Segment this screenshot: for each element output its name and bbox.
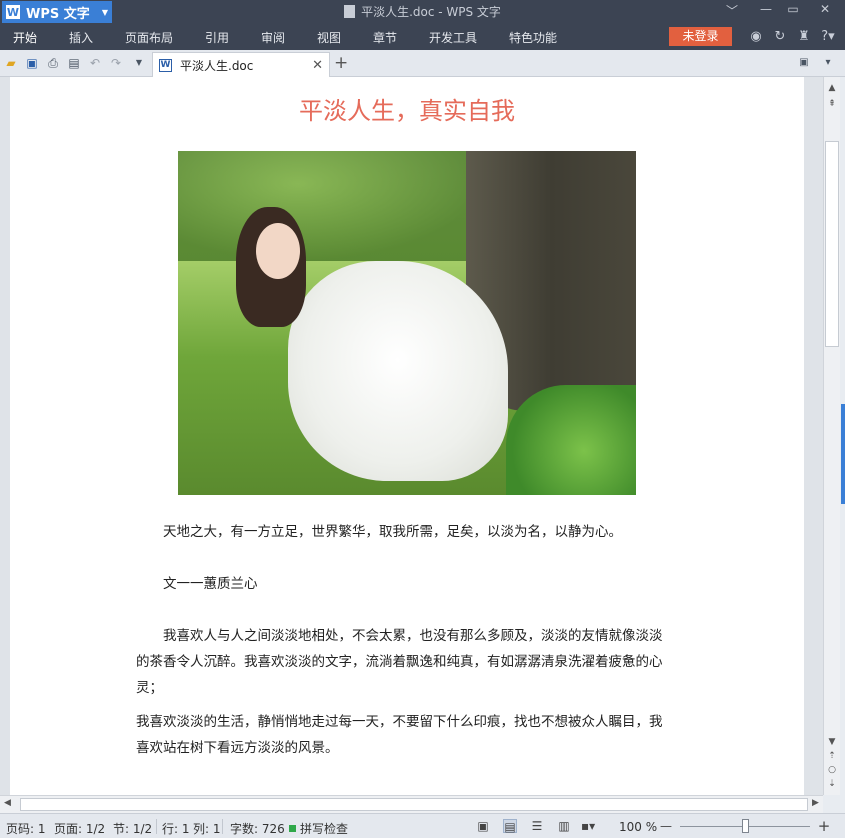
status-section: 节: 1/2 [113,822,153,836]
spell-check-label: 拼写检查 [300,822,349,836]
status-row: 行: 1 [162,822,190,836]
status-word-count[interactable]: 字数: 726 [230,820,285,837]
shirt-icon[interactable]: ♜ [795,29,813,44]
status-page-code: 页码: 1 [6,822,46,836]
page-view-icon[interactable]: ▤ [503,819,517,834]
menu-start[interactable]: 开始 [10,29,40,52]
menu-special-features[interactable]: 特色功能 [509,29,557,46]
help-icon[interactable]: ?▾ [819,29,837,44]
select-browse-icon[interactable]: ○ [824,765,840,775]
print-preview-icon[interactable]: ▤ [67,56,81,70]
status-bar: 页码: 1 页面: 1/2 节: 1/2 行: 1 列: 1 字数: 726 拼… [0,813,845,838]
horizontal-scrollbar[interactable]: ◀ ▶ [0,795,823,813]
document-tab-label: 平淡人生.doc [180,58,254,73]
scroll-up-icon[interactable]: ▲ [824,83,840,93]
undo-icon[interactable]: ↶ [88,56,102,70]
open-folder-icon[interactable]: ▰ [4,56,18,70]
status-page: 页面: 1/2 [54,822,106,836]
photo-canopy [178,151,478,261]
ribbon-menu-bar: 开始 插入 页面布局 引用 审阅 视图 章节 开发工具 特色功能 未登录 ◉ ↻… [0,24,845,52]
photo-image[interactable] [178,151,636,495]
photo-white-dress [288,261,508,481]
web-view-icon[interactable]: ▥ [557,819,571,833]
window-title-text: 平淡人生.doc - WPS 文字 [361,5,501,19]
document-area[interactable]: 平淡人生，真实自我 天地之大，有一方立足，世界繁华，取我所需，足矣，以淡为名，以… [0,77,823,795]
fullscreen-icon[interactable]: ▣ [476,819,490,833]
next-page-icon[interactable]: ⇣ [824,779,840,789]
paragraph-3: 我喜欢人与人之间淡淡地相处，不会太累，也没有那么多顾及，淡淡的友情就像淡淡的茶香… [136,628,663,696]
outline-view-icon[interactable]: ☰ [530,819,544,833]
menu-chapter[interactable]: 章节 [373,29,397,46]
document-tab[interactable]: W 平淡人生.doc ✕ [152,52,330,77]
tab-list-icon[interactable]: ▣ [797,56,811,70]
save-icon[interactable]: ▣ [25,56,39,70]
zoom-level[interactable]: 100 % [619,820,657,834]
document-icon [344,5,356,18]
chevron-down-icon[interactable]: ﹀ [718,2,746,19]
vertical-scroll-thumb[interactable] [825,141,839,347]
photo-leaves [506,385,636,495]
document-page[interactable]: 平淡人生，真实自我 天地之大，有一方立足，世界繁华，取我所需，足矣，以淡为名，以… [10,77,804,795]
maximize-icon[interactable]: ▭ [779,2,807,16]
menu-insert[interactable]: 插入 [69,29,93,46]
login-button[interactable]: 未登录 [669,27,732,46]
paragraph-1: 天地之大，有一方立足，世界繁华，取我所需，足矣，以淡为名，以静为心。 [163,524,622,540]
page-up-icon[interactable]: ⇞ [824,99,840,109]
menu-review[interactable]: 审阅 [261,29,285,46]
menu-view[interactable]: 视图 [317,29,341,46]
scroll-down-icon[interactable]: ▼ [824,737,840,747]
menu-developer[interactable]: 开发工具 [429,29,477,46]
prev-page-icon[interactable]: ⇡ [824,751,840,761]
status-divider [156,819,157,834]
zoom-out-icon[interactable]: — [659,819,673,833]
vertical-scrollbar[interactable]: ▲ ⇞ ▼ ⇡ ○ ⇣ [823,77,840,795]
word-doc-icon: W [159,58,172,72]
zoom-in-icon[interactable]: + [817,819,831,834]
refresh-icon[interactable]: ↻ [771,29,789,44]
status-divider [222,819,223,834]
close-icon[interactable]: ✕ [811,2,839,16]
horizontal-scroll-thumb[interactable] [20,798,808,811]
customize-dropdown-icon[interactable]: ▼ [132,56,146,70]
photo-face [256,223,300,279]
status-col: 列: 1 [193,822,221,836]
paragraph-2: 文一一蕙质兰心 [163,576,258,592]
scroll-right-icon[interactable]: ▶ [812,798,819,808]
scroll-left-icon[interactable]: ◀ [4,798,11,808]
title-bar: W WPS 文字 ▼ 平淡人生.doc - WPS 文字 ﹀ — ▭ ✕ [0,0,845,24]
print-icon[interactable]: ⎙ [46,56,60,70]
quick-toolbar-tabstrip: ▰ ▣ ⎙ ▤ ↶ ↷ ▼ W 平淡人生.doc ✕ + ▣ ▾ [0,50,845,77]
tab-close-icon[interactable]: ✕ [312,58,323,73]
pin-toolbar-icon[interactable]: ▾ [821,56,835,70]
reading-view-icon[interactable]: ▪▾ [581,819,595,833]
spell-check-toggle[interactable]: 拼写检查 [289,820,348,837]
document-title: 平淡人生，真实自我 [299,97,515,125]
redo-icon[interactable]: ↷ [109,56,123,70]
minimize-icon[interactable]: — [752,2,780,16]
menu-page-layout[interactable]: 页面布局 [125,29,173,46]
menu-references[interactable]: 引用 [205,29,229,46]
spell-check-indicator-icon [289,825,296,832]
skin-icon[interactable]: ◉ [747,29,765,44]
zoom-slider-thumb[interactable] [742,819,749,833]
side-panel-tab[interactable] [841,404,845,504]
new-tab-plus-icon[interactable]: + [334,53,348,73]
paragraph-4: 我喜欢淡淡的生活，静悄悄地走过每一天，不要留下什么印痕，找也不想被众人瞩目，我喜… [136,714,663,756]
